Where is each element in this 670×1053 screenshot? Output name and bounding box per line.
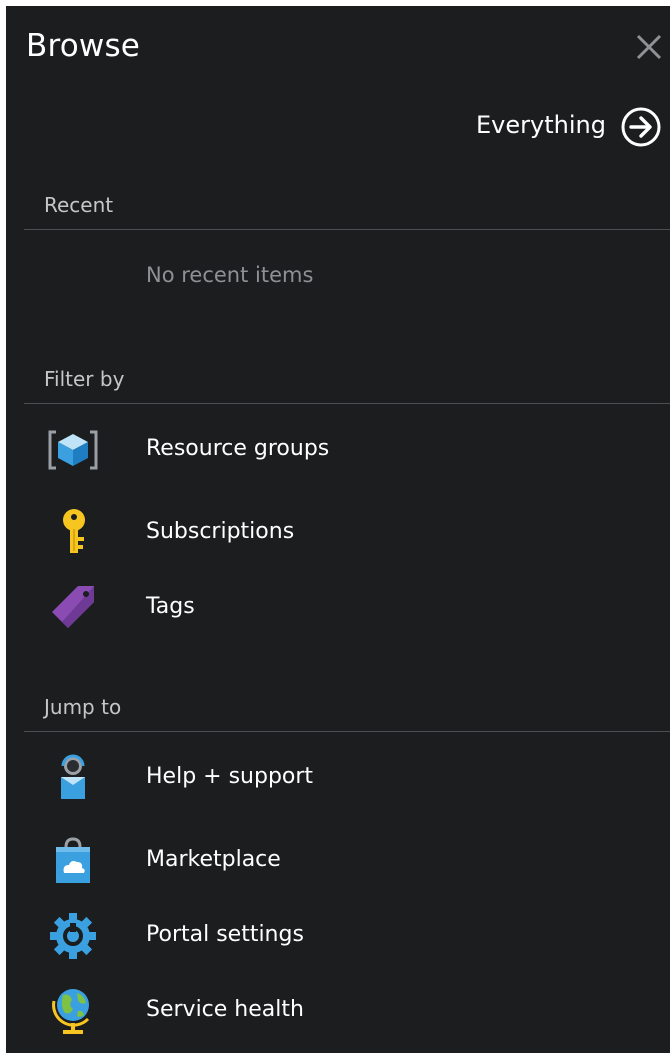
nav-item-label: Help + support xyxy=(146,764,314,789)
no-recent-items-text: No recent items xyxy=(146,263,314,287)
browse-panel: Browse Everything Recent No recent items… xyxy=(6,6,670,1053)
gear-icon xyxy=(50,913,96,959)
tag-icon xyxy=(52,586,94,628)
nav-item-label: Service health xyxy=(146,997,304,1022)
nav-item-tags[interactable]: Tags xyxy=(24,576,670,640)
section-header-jump-to: Jump to xyxy=(44,695,122,719)
divider xyxy=(24,229,670,230)
everything-label: Everything xyxy=(476,111,606,139)
nav-item-label: Portal settings xyxy=(146,922,304,947)
nav-item-label: Marketplace xyxy=(146,847,281,872)
arrow-right-circle-icon xyxy=(621,107,661,147)
close-icon xyxy=(636,34,662,60)
section-header-recent: Recent xyxy=(44,193,114,217)
nav-item-help-support[interactable]: Help + support xyxy=(24,746,670,810)
divider xyxy=(24,403,670,404)
everything-button[interactable]: Everything xyxy=(476,104,668,152)
close-button[interactable] xyxy=(632,30,666,64)
marketplace-bag-icon xyxy=(56,837,90,883)
resource-groups-icon xyxy=(48,430,98,470)
globe-icon xyxy=(52,989,90,1034)
nav-item-service-health[interactable]: Service health xyxy=(24,979,670,1043)
nav-item-resource-groups[interactable]: Resource groups xyxy=(24,418,670,482)
key-icon xyxy=(63,509,85,553)
nav-item-label: Tags xyxy=(146,594,195,619)
nav-item-subscriptions[interactable]: Subscriptions xyxy=(24,501,670,565)
nav-item-portal-settings[interactable]: Portal settings xyxy=(24,904,670,968)
panel-title: Browse xyxy=(26,28,141,64)
nav-item-label: Subscriptions xyxy=(146,519,295,544)
help-support-icon xyxy=(61,754,85,799)
section-header-filter-by: Filter by xyxy=(44,367,125,391)
nav-item-marketplace[interactable]: Marketplace xyxy=(24,829,670,893)
nav-item-label: Resource groups xyxy=(146,436,330,461)
divider xyxy=(24,731,670,732)
